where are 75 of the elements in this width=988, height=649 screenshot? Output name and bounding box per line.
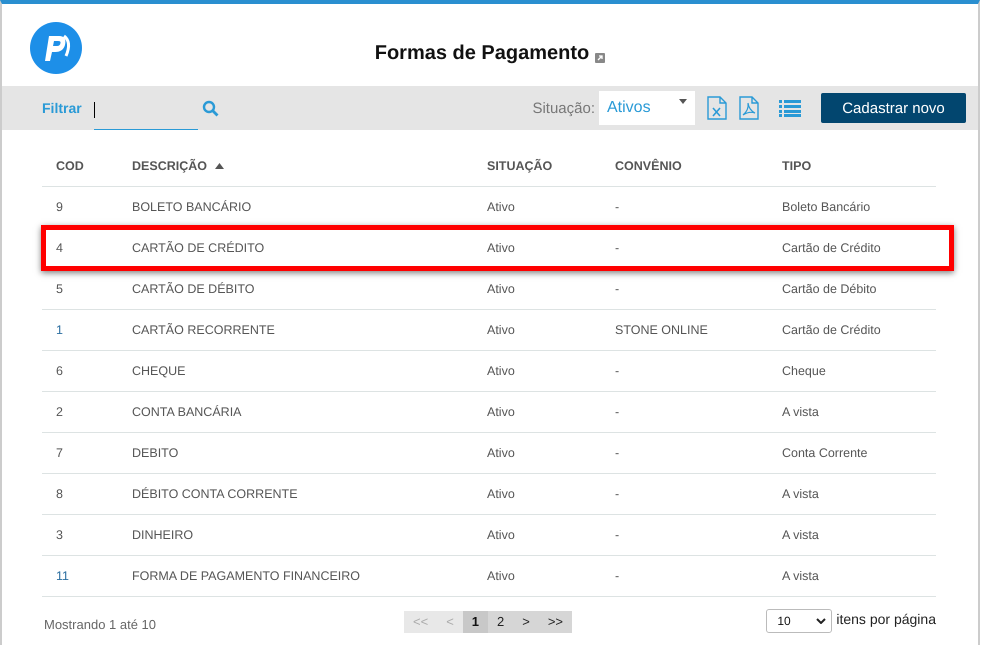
table-cell-text: CARTÃO RECORRENTE [132, 323, 276, 337]
filter-label: Filtrar [42, 100, 82, 116]
column-header[interactable]: DESCRIÇÃO [132, 159, 487, 173]
column-header[interactable]: COD [56, 159, 132, 173]
table-cell-text: DINHEIRO [132, 528, 194, 542]
table-cell-text: DÉBITO CONTA CORRENTE [132, 487, 299, 501]
table-cell-text: Ativo [487, 569, 516, 583]
table-cell-text: A vista [782, 569, 820, 583]
code-link[interactable]: 11 [56, 569, 132, 583]
caret-icon [679, 99, 687, 104]
page-button[interactable]: 1 [462, 611, 488, 633]
table-cell-text: Ativo [487, 405, 516, 419]
pdf-file-icon[interactable] [739, 96, 759, 120]
table-cell-text: Cartão de Crédito [782, 241, 882, 255]
table-cell-text: Boleto Bancário [782, 200, 872, 214]
code-cell-text: 6 [56, 364, 64, 378]
code-cell-text: 3 [56, 528, 64, 542]
table-cell-text: DEBITO [132, 446, 180, 460]
table-cell-text: - [615, 446, 620, 460]
code-cell-text: 8 [56, 487, 64, 501]
table-cell-text: Ativo [487, 364, 516, 378]
logo-icon [30, 22, 82, 74]
page-button[interactable]: 2 [488, 611, 514, 633]
table-cell-text: CARTÃO DE CRÉDITO [132, 241, 266, 255]
table-cell-text: - [615, 487, 620, 501]
table-cell-text: Cartão de Débito [782, 282, 878, 296]
table-cell-text: Ativo [487, 323, 516, 337]
table-cell-text: - [615, 569, 620, 583]
column-header[interactable]: TIPO [782, 159, 936, 173]
external-link-icon[interactable] [595, 52, 606, 62]
chevron-down-icon [816, 618, 826, 624]
showing-text: Mostrando 1 até 10 [44, 616, 158, 632]
code-cell-text: 7 [56, 446, 64, 460]
table-cell-text: STONE ONLINE [615, 323, 709, 337]
table-cell-text: Cartão de Crédito [782, 323, 882, 337]
table-cell-text: Ativo [487, 241, 516, 255]
page-title: Formas de Pagamento [374, 42, 590, 65]
per-page-select[interactable]: 10 [766, 609, 832, 633]
table-cell-text: A vista [782, 528, 820, 542]
table-cell-text: - [615, 200, 620, 214]
table-cell-text: A vista [782, 405, 820, 419]
table-cell-text: CONTA BANCÁRIA [132, 405, 243, 419]
page-button[interactable]: > [513, 611, 539, 633]
list-icon[interactable] [779, 99, 801, 117]
table-cell-text: - [615, 528, 620, 542]
table-cell-text: Ativo [487, 446, 516, 460]
per-page-label: itens por página [836, 611, 936, 627]
sort-up-icon [215, 163, 224, 169]
column-header[interactable]: CONVÊNIO [615, 159, 782, 173]
code-cell-text: 5 [56, 282, 64, 296]
table-cell-text: Ativo [487, 487, 516, 501]
table-cell-text: CARTÃO DE DÉBITO [132, 282, 256, 296]
code-cell-text: 2 [56, 405, 64, 419]
table-cell-text: - [615, 364, 620, 378]
table-cell-text: Conta Corrente [782, 446, 868, 460]
code-link[interactable]: 1 [56, 323, 132, 337]
status-label: Situação: [532, 100, 595, 116]
table-cell-text: A vista [782, 487, 820, 501]
column-header[interactable]: SITUAÇÃO [487, 159, 615, 173]
table-cell-text: BOLETO BANCÁRIO [132, 200, 252, 214]
register-new-button[interactable]: Cadastrar novo [821, 93, 966, 123]
table-cell-text: Ativo [487, 200, 516, 214]
table-cell-text: - [615, 241, 620, 255]
search-icon[interactable] [202, 100, 219, 116]
table-cell-text: Ativo [487, 528, 516, 542]
table-cell-text: FORMA DE PAGAMENTO FINANCEIRO [132, 569, 362, 583]
table-cell-text: - [615, 405, 620, 419]
excel-file-icon[interactable] [707, 96, 727, 120]
code-cell-text: 9 [56, 200, 64, 214]
table-cell-text: CHEQUE [132, 364, 186, 378]
table-cell-text: Ativo [487, 282, 516, 296]
table-cell-text: - [615, 282, 620, 296]
code-cell-text: 4 [56, 241, 64, 255]
table-cell-text: Cheque [782, 364, 827, 378]
page-button[interactable]: >> [538, 611, 572, 633]
